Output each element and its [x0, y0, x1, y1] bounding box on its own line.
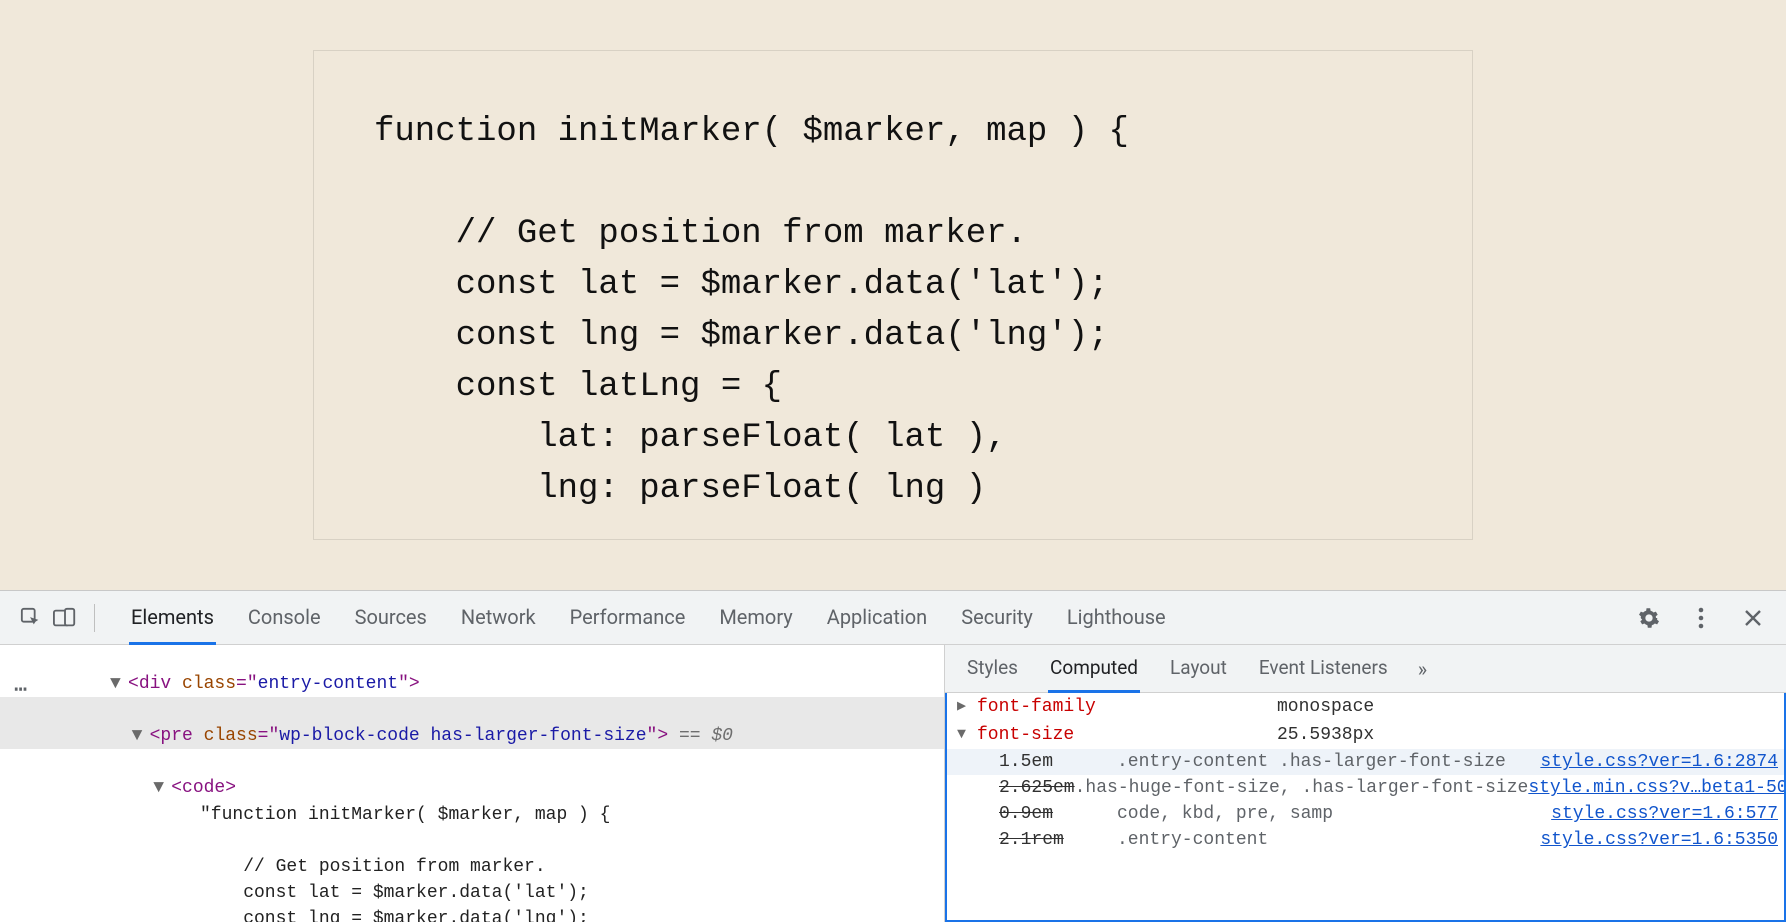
dom-tag-div: div	[139, 674, 171, 694]
trace-value: 2.1rem	[999, 830, 1064, 850]
expand-toggle-icon[interactable]: ▶	[957, 696, 977, 718]
tab-security[interactable]: Security	[959, 592, 1035, 645]
computed-styles-list[interactable]: ▶ font-family monospace ▼ font-size 25.5…	[945, 693, 1786, 922]
settings-icon[interactable]	[1632, 601, 1666, 635]
selected-node-indicator: == $0	[679, 726, 733, 746]
tab-sources[interactable]: Sources	[353, 592, 429, 645]
divider	[94, 604, 95, 632]
trace-value: 1.5em	[999, 752, 1053, 772]
trace-selector: code, kbd, pre, samp	[1117, 801, 1333, 827]
styles-subtabs: Styles Computed Layout Event Listeners »	[945, 645, 1786, 693]
computed-prop-value: monospace	[1277, 694, 1374, 720]
devtools-tabs-header: Elements Console Sources Network Perform…	[0, 591, 1786, 645]
trace-source-link[interactable]: style.css?ver=1.6:2874	[1540, 749, 1784, 775]
tab-network[interactable]: Network	[459, 592, 538, 645]
inspect-element-icon[interactable]	[14, 601, 48, 635]
subtab-computed[interactable]: Computed	[1048, 646, 1140, 693]
computed-prop-name: font-size	[977, 722, 1277, 748]
tab-application[interactable]: Application	[825, 592, 929, 645]
dom-text-content: "function initMarker( $marker, map ) { /…	[0, 802, 944, 922]
subtab-event-listeners[interactable]: Event Listeners	[1257, 646, 1390, 693]
devtools-main-tabs: Elements Console Sources Network Perform…	[129, 591, 1168, 644]
collapse-toggle-icon[interactable]: ▼	[110, 671, 128, 697]
styles-sidebar: Styles Computed Layout Event Listeners »…	[944, 645, 1786, 922]
kebab-menu-icon[interactable]	[1684, 601, 1718, 635]
subtab-layout[interactable]: Layout	[1168, 646, 1229, 693]
elements-dom-tree[interactable]: ⋯ ▼<div class="entry-content"> ▼<pre cla…	[0, 645, 944, 922]
computed-trace-row[interactable]: 2.625em .has-huge-font-size, .has-larger…	[947, 775, 1784, 801]
trace-selector: .entry-content .has-larger-font-size	[1117, 749, 1506, 775]
computed-trace-row[interactable]: 0.9em code, kbd, pre, samp style.css?ver…	[947, 801, 1784, 827]
trace-value: 2.625em	[999, 778, 1075, 798]
device-toolbar-icon[interactable]	[48, 601, 82, 635]
collapse-toggle-icon[interactable]: ▼	[153, 775, 171, 801]
tab-memory[interactable]: Memory	[717, 592, 794, 645]
breadcrumb-more-icon[interactable]: ⋯	[14, 675, 29, 707]
devtools-panel: Elements Console Sources Network Perform…	[0, 590, 1786, 922]
dom-selected-node[interactable]: ▼<pre class="wp-block-code has-larger-fo…	[0, 697, 944, 749]
trace-selector: .has-huge-font-size, .has-larger-font-si…	[1075, 775, 1529, 801]
dom-tag-code: code	[182, 778, 225, 798]
computed-prop-value: 25.5938px	[1277, 722, 1374, 748]
computed-prop-row[interactable]: ▶ font-family monospace	[947, 693, 1784, 721]
trace-source-link[interactable]: style.min.css?v…beta1-50231:11	[1528, 775, 1786, 801]
trace-source-link[interactable]: style.css?ver=1.6:5350	[1540, 827, 1784, 853]
code-block-preview: function initMarker( $marker, map ) { //…	[313, 50, 1473, 540]
tab-performance[interactable]: Performance	[568, 592, 688, 645]
tab-elements[interactable]: Elements	[129, 592, 216, 645]
trace-value: 0.9em	[999, 804, 1053, 824]
page-preview: function initMarker( $marker, map ) { //…	[0, 0, 1786, 590]
collapse-toggle-icon[interactable]: ▼	[957, 724, 977, 746]
subtab-styles[interactable]: Styles	[965, 646, 1020, 693]
tab-lighthouse[interactable]: Lighthouse	[1065, 592, 1168, 645]
tab-console[interactable]: Console	[246, 592, 323, 645]
computed-prop-name: font-family	[977, 694, 1277, 720]
trace-source-link[interactable]: style.css?ver=1.6:577	[1551, 801, 1784, 827]
trace-selector: .entry-content	[1117, 827, 1268, 853]
close-icon[interactable]	[1736, 601, 1770, 635]
dom-tag-pre: pre	[160, 726, 192, 746]
subtab-more-icon[interactable]: »	[1418, 657, 1427, 681]
collapse-toggle-icon[interactable]: ▼	[132, 723, 150, 749]
computed-prop-row[interactable]: ▼ font-size 25.5938px	[947, 721, 1784, 749]
computed-trace-row[interactable]: 1.5em .entry-content .has-larger-font-si…	[947, 749, 1784, 775]
computed-trace-row[interactable]: 2.1rem .entry-content style.css?ver=1.6:…	[947, 827, 1784, 853]
